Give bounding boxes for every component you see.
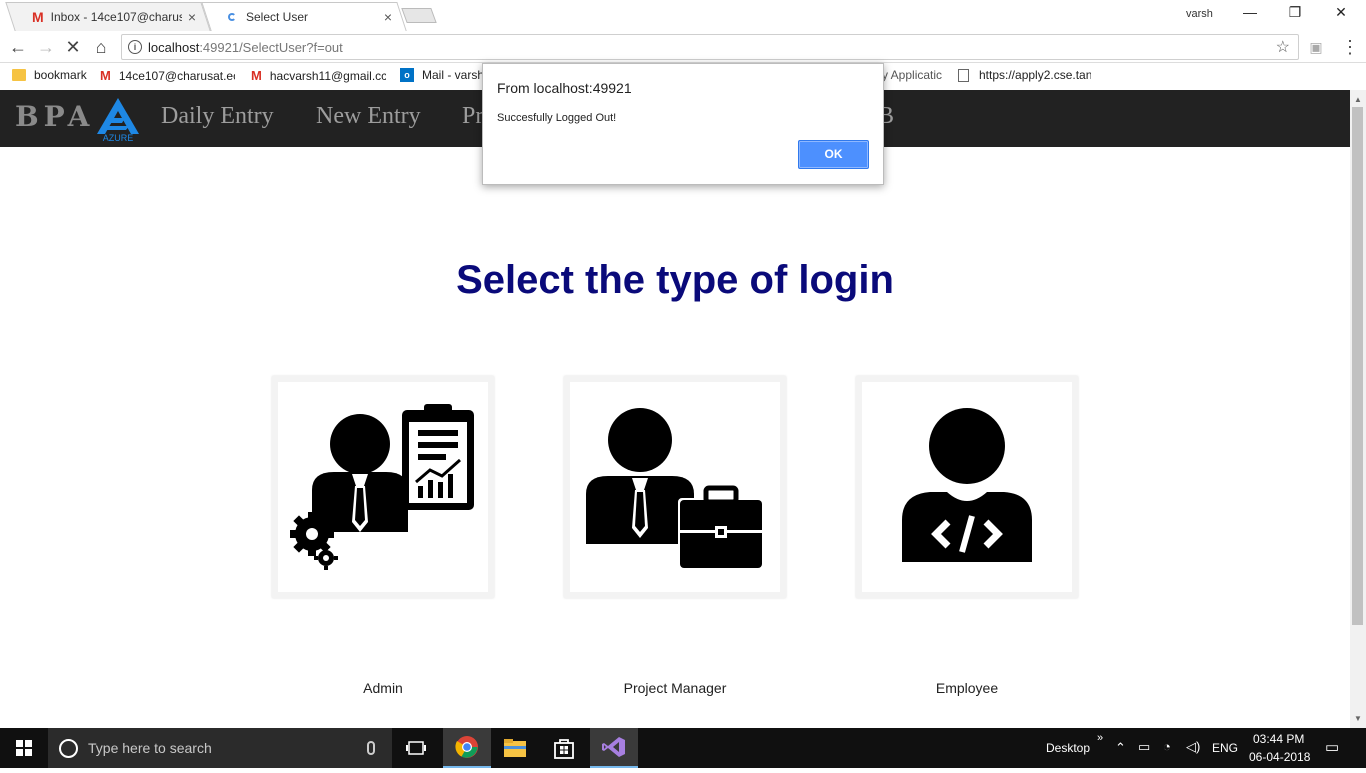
wifi-icon[interactable]: ◔ [1163, 739, 1171, 754]
toolbar-chevron-icon[interactable]: » [1097, 732, 1103, 744]
bookmark-item[interactable]: https://apply2.cse.tan [958, 68, 1091, 82]
clock-date[interactable]: 06-04-2018 [1249, 750, 1310, 764]
nav-link-partial[interactable]: Pr [462, 103, 483, 130]
alert-dialog: From localhost:49921 Succesfully Logged … [482, 63, 884, 185]
address-bar[interactable]: i localhost :49921/SelectUser?f=out ☆ [121, 34, 1299, 60]
bookmark-item[interactable]: M hacvarsh11@gmail.cc [251, 68, 386, 83]
ok-button[interactable]: OK [798, 140, 869, 169]
menu-dots-icon[interactable]: ⋮ [1340, 37, 1360, 57]
notification-center-icon[interactable]: ▭ [1325, 738, 1339, 756]
scroll-down-arrow-icon[interactable]: ▼ [1352, 714, 1364, 723]
taskbar-search-box[interactable]: Type here to search [48, 728, 392, 768]
info-icon[interactable]: i [128, 40, 142, 54]
clock-time[interactable]: 03:44 PM [1253, 732, 1304, 746]
employee-login-card[interactable] [856, 376, 1078, 598]
windows-logo-icon [16, 740, 32, 756]
desktop-toolbar-label[interactable]: Desktop [1046, 741, 1090, 755]
employee-icon [902, 408, 1032, 562]
taskbar-file-explorer[interactable] [491, 728, 539, 768]
project-manager-icon [586, 408, 764, 570]
dialog-title: From localhost:49921 [497, 80, 632, 96]
outlook-icon: o [400, 68, 414, 82]
gmail-icon: M [251, 68, 262, 83]
page-title: Select the type of login [456, 258, 894, 302]
tab-select-user[interactable]: Select User × [201, 2, 407, 31]
project-manager-login-card[interactable] [564, 376, 786, 598]
taskbar-store[interactable] [540, 728, 588, 768]
gmail-icon: M [32, 8, 44, 25]
bookmark-label: hacvarsh11@gmail.cc [269, 68, 386, 83]
cortana-icon [59, 738, 78, 758]
url-host: localhost [148, 39, 200, 55]
browser-toolbar: ← → ✕ ⌂ i localhost :49921/SelectUser?f=… [0, 31, 1366, 63]
taskbar-visual-studio[interactable] [590, 728, 638, 768]
task-view-icon [406, 741, 426, 755]
close-tab-icon[interactable]: × [384, 9, 392, 25]
task-view-button[interactable] [392, 728, 440, 768]
minimize-button[interactable]: — [1240, 4, 1260, 24]
dialog-message: Succesfully Logged Out! [497, 112, 617, 124]
restore-button[interactable]: ❐ [1285, 4, 1305, 24]
document-icon [958, 68, 969, 82]
chrome-icon [455, 736, 478, 758]
taskbar-chrome[interactable] [443, 728, 491, 768]
show-hidden-icons-icon[interactable]: ⌃ [1115, 740, 1126, 756]
admin-login-card[interactable] [272, 376, 494, 598]
azure-logo[interactable]: AZURE [91, 96, 145, 142]
battery-icon[interactable]: ▭ [1138, 739, 1150, 755]
nav-daily-entry[interactable]: Daily Entry [161, 103, 274, 130]
browser-tab-bar: M Inbox - 14ce107@charus × Select User ×… [0, 0, 1366, 31]
employee-label[interactable]: Employee [856, 680, 1078, 696]
bookmark-label: y Applicatic [882, 68, 943, 82]
bookmark-label: https://apply2.cse.tan [979, 68, 1091, 82]
window-user-name[interactable]: varsh [1186, 8, 1213, 20]
scroll-up-arrow-icon[interactable]: ▲ [1352, 95, 1364, 104]
tab-title: Inbox - 14ce107@charus [50, 9, 182, 24]
bookmark-item[interactable]: y Applicatic [882, 68, 942, 82]
folder-icon [504, 739, 526, 757]
close-window-button[interactable]: ✕ [1331, 4, 1351, 24]
visual-studio-icon [602, 737, 625, 757]
gmail-icon: M [100, 68, 111, 83]
scrollbar-thumb[interactable] [1352, 107, 1363, 625]
close-tab-icon[interactable]: × [188, 9, 196, 25]
bookmark-label: Mail - varsh [422, 68, 482, 82]
brand-logo[interactable]: BPA [15, 100, 94, 133]
url-path: :49921/SelectUser?f=out [199, 39, 343, 55]
bookmark-label: 14ce107@charusat.ec [118, 68, 235, 83]
language-indicator[interactable]: ENG [1212, 741, 1238, 755]
forward-arrow-icon[interactable]: → [36, 37, 56, 57]
project-manager-label[interactable]: Project Manager [564, 680, 786, 696]
start-button[interactable] [0, 728, 48, 768]
admin-label[interactable]: Admin [272, 680, 494, 696]
search-placeholder: Type here to search [88, 740, 212, 756]
volume-icon[interactable]: ◁) [1186, 739, 1200, 755]
bookmark-label: bookmark [34, 68, 87, 82]
logo-text: AZURE [103, 133, 134, 142]
bookmark-item[interactable]: M 14ce107@charusat.ec [100, 68, 235, 83]
admin-icon [290, 404, 474, 570]
tab-title: Select User [246, 9, 309, 24]
bookmark-item[interactable]: bookmark [12, 68, 87, 82]
back-arrow-icon[interactable]: ← [8, 37, 28, 57]
store-bag-icon [554, 739, 574, 759]
stop-loading-icon[interactable]: ✕ [63, 37, 83, 57]
windows-taskbar: Type here to search Desktop » ⌃ ▭ ◔ ◁) E… [0, 728, 1366, 768]
tab-inbox[interactable]: M Inbox - 14ce107@charus × [5, 2, 211, 31]
extension-icon[interactable]: ▣ [1306, 37, 1326, 57]
microphone-icon[interactable] [367, 741, 375, 755]
loading-spinner-icon [228, 12, 236, 21]
nav-new-entry[interactable]: New Entry [316, 103, 421, 130]
bookmark-item[interactable]: o Mail - varsh [400, 68, 482, 82]
bookmark-star-icon[interactable]: ☆ [1276, 37, 1290, 57]
home-icon[interactable]: ⌂ [91, 37, 111, 57]
folder-icon [12, 69, 26, 81]
new-tab-button[interactable] [401, 8, 437, 23]
